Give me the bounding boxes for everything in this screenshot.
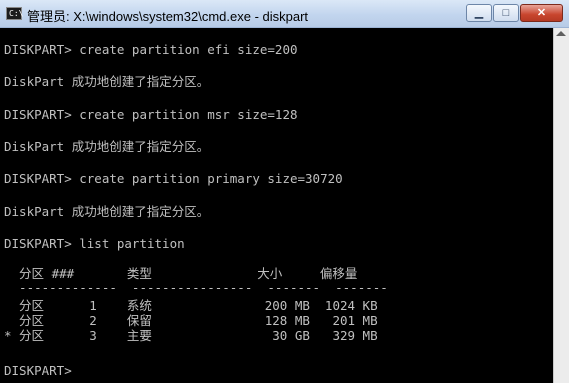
- partition-table-row: 分区 1 系统 200 MB 1024 KB: [4, 298, 378, 313]
- cmd-icon[interactable]: C:\: [6, 7, 24, 20]
- console-line-result: DiskPart 成功地创建了指定分区。: [4, 74, 210, 89]
- close-button[interactable]: ✕: [520, 4, 563, 22]
- cmd-window: C:\ 管理员: X:\windows\system32\cmd.exe - d…: [0, 0, 569, 383]
- partition-table-row-selected: * 分区 3 主要 30 GB 329 MB: [4, 328, 378, 343]
- console-line-result: DiskPart 成功地创建了指定分区。: [4, 139, 210, 154]
- minimize-button[interactable]: ▁: [466, 4, 492, 22]
- console-line-command: DISKPART> create partition msr size=128: [4, 107, 298, 122]
- console-line-command: DISKPART> create partition primary size=…: [4, 171, 343, 186]
- console-prompt[interactable]: DISKPART>: [4, 363, 72, 379]
- title-bar[interactable]: C:\ 管理员: X:\windows\system32\cmd.exe - d…: [0, 0, 569, 28]
- window-title: 管理员: X:\windows\system32\cmd.exe - diskp…: [27, 9, 309, 24]
- vertical-scrollbar[interactable]: [553, 28, 569, 383]
- cmd-icon-text: C:\: [9, 9, 24, 18]
- console-line-command: DISKPART> create partition efi size=200: [4, 42, 298, 57]
- console-line-command: DISKPART> list partition: [4, 236, 185, 251]
- scrollbar-thumb[interactable]: [556, 42, 567, 372]
- console-line-result: DiskPart 成功地创建了指定分区。: [4, 204, 210, 219]
- partition-table-row: 分区 2 保留 128 MB 201 MB: [4, 313, 378, 328]
- scroll-up-arrow-icon[interactable]: [556, 31, 566, 36]
- partition-table-separator: ------------- ---------------- ------- -…: [4, 280, 388, 295]
- console-output[interactable]: DISKPART> create partition efi size=200 …: [0, 28, 553, 383]
- maximize-button[interactable]: □: [493, 4, 519, 22]
